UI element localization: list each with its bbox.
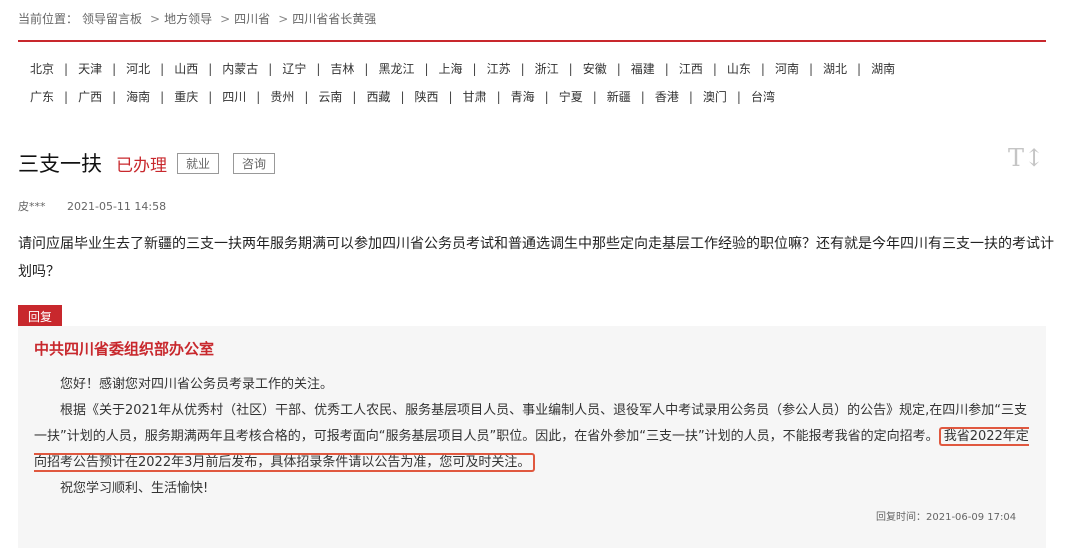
header-divider [18,40,1046,42]
region-link[interactable]: 新疆 [597,88,641,105]
region-link[interactable]: 浙江 [525,60,569,77]
region-link[interactable]: 辽宁 [272,60,316,77]
region-link[interactable]: 宁夏 [549,88,593,105]
message-header: 三支一扶 已办理 就业 咨询 [18,148,276,178]
region-link[interactable]: 吉林 [320,60,364,77]
reply-body: 您好！感谢您对四川省公务员考录工作的关注。 根据《关于2021年从优秀村（社区）… [34,372,1034,502]
region-link[interactable]: 江西 [669,60,713,77]
region-link[interactable]: 海南 [116,88,160,105]
region-link[interactable]: 澳门 [693,88,737,105]
message-meta: 皮*** 2021-05-11 14:58 [18,198,166,214]
region-link[interactable]: 云南 [308,88,352,105]
region-link[interactable]: 重庆 [164,88,208,105]
font-size-toggle-icon[interactable]: T↕ [1008,144,1044,172]
message-time: 2021-05-11 14:58 [67,200,167,213]
author-name: 皮*** [18,200,46,213]
region-link[interactable]: 甘肃 [453,88,497,105]
reply-time: 回复时间：2021-06-09 17:04 [876,508,1016,523]
region-link[interactable]: 广西 [68,88,112,105]
region-link[interactable]: 青海 [501,88,545,105]
region-link[interactable]: 香港 [645,88,689,105]
region-link[interactable]: 陕西 [405,88,449,105]
region-link[interactable]: 上海 [429,60,473,77]
tag-consult[interactable]: 咨询 [233,152,276,174]
breadcrumb-prefix: 当前位置： [18,12,79,26]
breadcrumb-separator: > [220,12,231,26]
question-text: 请问应届毕业生去了新疆的三支一扶两年服务期满可以参加四川省公务员考试和普通选调生… [18,236,1054,280]
breadcrumb-item[interactable]: 地方领导 [164,12,212,26]
region-nav-row-1: 北京 | 天津 | 河北 | 山西 | 内蒙古 | 辽宁 | 吉林 | 黑龙江 | 上海 | 江苏 | 浙江 | 安徽 | 福建… [20,60,1060,77]
reply-box: 中共四川省委组织部办公室 您好！感谢您对四川省公务员考录工作的关注。 根据《关于… [18,326,1046,548]
region-link[interactable]: 广东 [20,88,64,105]
region-link[interactable]: 北京 [20,60,64,77]
reply-time-label: 回复时间： [876,512,926,523]
breadcrumb-item[interactable]: 四川省 [234,12,270,26]
reply-paragraph-text: 根据《关于2021年从优秀村（社区）干部、优秀工人农民、服务基层项目人员、事业编… [34,403,1027,444]
reply-greeting: 您好！感谢您对四川省公务员考录工作的关注。 [60,377,334,392]
breadcrumb-separator: > [150,12,161,26]
breadcrumb-item[interactable]: 四川省省长黄强 [292,12,376,26]
region-link[interactable]: 贵州 [260,88,304,105]
breadcrumb-item[interactable]: 领导留言板 [82,12,142,26]
region-link[interactable]: 河北 [116,60,160,77]
region-link[interactable]: 山东 [717,60,761,77]
region-link[interactable]: 天津 [68,60,112,77]
reply-department: 中共四川省委组织部办公室 [34,340,215,358]
region-link[interactable]: 山西 [164,60,208,77]
region-link[interactable]: 四川 [212,88,256,105]
page-title: 三支一扶 [18,152,102,176]
region-link[interactable]: 湖南 [861,60,905,77]
region-link[interactable]: 西藏 [356,88,400,105]
tag-employment[interactable]: 就业 [177,152,220,174]
breadcrumb: 当前位置： 领导留言板 > 地方领导 > 四川省 > 四川省省长黄强 [18,10,380,27]
reply-closing: 祝您学习顺利、生活愉快! [60,481,209,496]
region-link[interactable]: 内蒙古 [212,60,268,77]
region-link[interactable]: 湖北 [813,60,857,77]
region-link[interactable]: 江苏 [477,60,521,77]
region-link[interactable]: 黑龙江 [368,60,424,77]
reply-time-value: 2021-06-09 17:04 [926,512,1017,523]
region-nav-row-2: 广东 | 广西 | 海南 | 重庆 | 四川 | 贵州 | 云南 | 西藏 | 陕西 | 甘肃 | 青海 | 宁夏 | 新疆 | 香… [20,88,1060,105]
reply-paragraph: 根据《关于2021年从优秀村（社区）干部、优秀工人农民、服务基层项目人员、事业编… [34,398,1034,476]
breadcrumb-separator: > [278,12,289,26]
region-link[interactable]: 台湾 [741,88,785,105]
region-link[interactable]: 安徽 [573,60,617,77]
status-badge: 已办理 [116,155,167,176]
reply-badge: 回复 [18,305,63,328]
region-link[interactable]: 河南 [765,60,809,77]
region-link[interactable]: 福建 [621,60,665,77]
